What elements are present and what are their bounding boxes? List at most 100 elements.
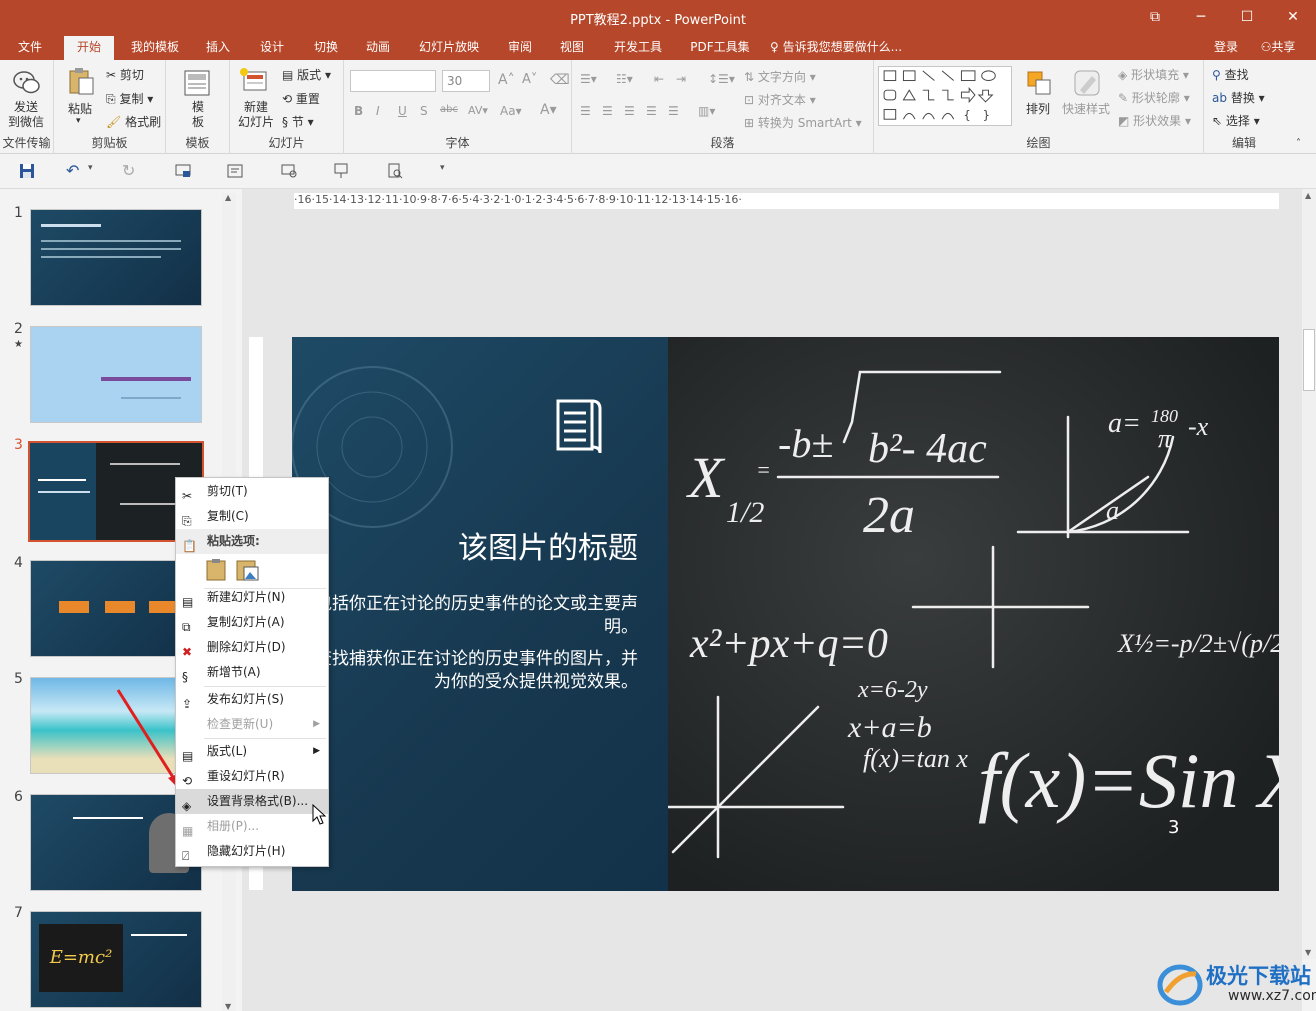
tab-home[interactable]: 开始 xyxy=(64,36,114,60)
tab-transitions[interactable]: 切换 xyxy=(304,36,348,60)
slide-thumbnail-7[interactable]: E=mc² xyxy=(30,911,202,1008)
scrollbar-thumb[interactable] xyxy=(1303,329,1315,391)
scroll-down-icon[interactable]: ▼ xyxy=(225,1002,231,1011)
share-button[interactable]: ⚇共享 xyxy=(1252,36,1304,60)
current-slide[interactable]: 该图片的标题 包括你正在讨论的历史事件的论文或主要声明。 查找捕获你正在讨论的历… xyxy=(292,337,1279,891)
slide-thumbnail-1[interactable] xyxy=(30,209,202,306)
slide-view-icon[interactable] xyxy=(226,163,244,179)
copy-button[interactable]: ⎘ 复制 ▾ xyxy=(106,90,153,107)
layout-button[interactable]: ▤ 版式 ▾ xyxy=(282,66,331,83)
undo-icon[interactable]: ↶ xyxy=(66,161,84,180)
customize-qat-icon[interactable]: ▾ xyxy=(440,163,458,179)
menu-item-photo-album[interactable]: ▦ 相册(P)... xyxy=(176,814,328,839)
close-button[interactable]: ✕ xyxy=(1278,6,1308,28)
slide-title[interactable]: 该图片的标题 xyxy=(458,523,638,567)
font-size-combobox[interactable]: 30 xyxy=(442,70,490,92)
format-painter-button[interactable]: 🖌 格式刷 xyxy=(106,113,161,130)
shape-fill-button[interactable]: ◈ 形状填充 ▾ xyxy=(1118,66,1189,83)
select-button[interactable]: ⇖ 选择 ▾ xyxy=(1212,112,1260,129)
justify-icon[interactable]: ☰ xyxy=(646,104,657,118)
decrease-font-icon[interactable]: A˅ xyxy=(522,72,537,87)
strikethrough-button[interactable]: abc xyxy=(440,104,458,115)
paste-keep-formatting-icon[interactable] xyxy=(204,558,230,582)
convert-smartart-button[interactable]: ⊞ 转换为 SmartArt ▾ xyxy=(744,114,862,131)
tab-review[interactable]: 审阅 xyxy=(498,36,542,60)
print-preview-icon[interactable] xyxy=(386,163,404,179)
menu-item-check-updates[interactable]: 检查更新(U) ▶ xyxy=(176,712,328,737)
replace-button[interactable]: ab 替换 ▾ xyxy=(1212,89,1265,106)
template-button[interactable]: 模 板 xyxy=(192,100,204,130)
maximize-button[interactable]: ☐ xyxy=(1232,6,1262,28)
tab-pdf-tools[interactable]: PDF工具集 xyxy=(684,36,756,60)
chalkboard-image[interactable]: X 1/2 = -b± b²- 4ac 2a a= 180 π -x a x²+… xyxy=(668,337,1279,891)
shape-outline-button[interactable]: ✎ 形状轮廓 ▾ xyxy=(1118,89,1190,106)
tab-file[interactable]: 文件 xyxy=(8,36,52,60)
bold-button[interactable]: B xyxy=(354,104,363,118)
align-left-icon[interactable]: ☰ xyxy=(580,104,591,118)
presenter-icon[interactable] xyxy=(332,163,350,179)
collapse-ribbon-icon[interactable]: ˄ xyxy=(1296,138,1301,149)
menu-item-copy[interactable]: ⎘ 复制(C) xyxy=(176,504,328,529)
line-spacing-icon[interactable]: ↕☰▾ xyxy=(708,72,735,86)
decrease-indent-icon[interactable]: ⇤ xyxy=(654,72,664,86)
shapes-gallery[interactable]: {} xyxy=(878,66,1012,126)
paste-button[interactable]: 粘贴 xyxy=(68,100,92,117)
menu-item-reset-slide[interactable]: ⟲ 重设幻灯片(R) xyxy=(176,764,328,789)
send-to-wechat-button[interactable]: 发送 到微信 xyxy=(8,100,44,130)
new-slide-button[interactable]: 新建 幻灯片 xyxy=(238,100,274,130)
arrange-button[interactable]: 排列 xyxy=(1026,100,1050,117)
scroll-down-icon[interactable]: ▼ xyxy=(1305,948,1311,957)
save-icon[interactable] xyxy=(18,163,36,179)
italic-button[interactable]: I xyxy=(376,104,380,118)
tab-insert[interactable]: 插入 xyxy=(196,36,240,60)
slide-body-paragraph-2[interactable]: 查找捕获你正在讨论的历史事件的图片，并为你的受众提供视觉效果。 xyxy=(308,648,638,694)
chevron-down-icon[interactable]: ▾ xyxy=(76,116,81,126)
bullets-icon[interactable]: ☰▾ xyxy=(580,72,597,86)
quick-styles-button[interactable]: 快速样式 xyxy=(1062,100,1110,117)
from-beginning-icon[interactable] xyxy=(174,163,192,179)
scroll-up-icon[interactable]: ▲ xyxy=(225,193,231,202)
menu-item-duplicate-slide[interactable]: ⧉ 复制幻灯片(A) xyxy=(176,610,328,635)
cut-button[interactable]: ✂ 剪切 xyxy=(106,66,144,83)
tab-slideshow[interactable]: 幻灯片放映 xyxy=(412,36,486,60)
tab-my-templates[interactable]: 我的模板 xyxy=(124,36,186,60)
text-direction-button[interactable]: ⇅ 文字方向 ▾ xyxy=(744,68,816,85)
clear-formatting-icon[interactable]: ⌫ xyxy=(550,72,570,88)
login-link[interactable]: 登录 xyxy=(1208,36,1244,60)
undo-dropdown-icon[interactable]: ▾ xyxy=(88,163,106,179)
menu-item-cut[interactable]: ✂ 剪切(T) xyxy=(176,479,328,504)
tab-view[interactable]: 视图 xyxy=(550,36,594,60)
font-name-combobox[interactable] xyxy=(350,70,436,92)
menu-item-layout[interactable]: ▤ 版式(L) ▶ xyxy=(176,739,328,764)
menu-item-add-section[interactable]: § 新增节(A) xyxy=(176,660,328,685)
menu-item-new-slide[interactable]: ▤ 新建幻灯片(N) xyxy=(176,585,328,610)
find-button[interactable]: ⚲ 查找 xyxy=(1212,66,1249,83)
shadow-button[interactable]: S xyxy=(420,104,428,118)
numbering-icon[interactable]: ☷▾ xyxy=(616,72,633,86)
menu-item-format-background[interactable]: ◈ 设置背景格式(B)... xyxy=(176,789,328,814)
columns-icon[interactable]: ▥▾ xyxy=(698,104,715,118)
slide-body-paragraph-1[interactable]: 包括你正在讨论的历史事件的论文或主要声明。 xyxy=(308,593,638,639)
menu-item-delete-slide[interactable]: ✖ 删除幻灯片(D) xyxy=(176,635,328,660)
change-case-button[interactable]: Aa▾ xyxy=(500,104,522,118)
tell-me-search[interactable]: ♀ 告诉我您想要做什么... xyxy=(770,36,920,60)
tab-animations[interactable]: 动画 xyxy=(356,36,400,60)
paste-as-picture-icon[interactable] xyxy=(234,558,260,582)
char-spacing-button[interactable]: AV▾ xyxy=(468,104,488,117)
minimize-button[interactable]: ─ xyxy=(1186,6,1216,28)
editor-scrollbar[interactable]: ▲ ▼ xyxy=(1302,189,1316,959)
shape-effect-button[interactable]: ◩ 形状效果 ▾ xyxy=(1118,112,1191,129)
align-text-button[interactable]: ⊡ 对齐文本 ▾ xyxy=(744,91,816,108)
align-right-icon[interactable]: ☰ xyxy=(624,104,635,118)
align-center-icon[interactable]: ☰ xyxy=(602,104,613,118)
increase-indent-icon[interactable]: ⇥ xyxy=(676,72,686,86)
font-color-button[interactable]: A▾ xyxy=(540,102,557,118)
menu-item-hide-slide[interactable]: ⍁ 隐藏幻灯片(H) xyxy=(176,839,328,864)
increase-font-icon[interactable]: A˄ xyxy=(498,72,515,88)
menu-item-publish-slides[interactable]: ⇪ 发布幻灯片(S) xyxy=(176,687,328,712)
slide-thumbnail-2[interactable] xyxy=(30,326,202,423)
ribbon-display-options-button[interactable]: ⧉ xyxy=(1140,6,1170,28)
section-button[interactable]: § 节 ▾ xyxy=(282,113,314,130)
reset-button[interactable]: ⟲ 重置 xyxy=(282,90,320,107)
underline-button[interactable]: U xyxy=(398,104,407,118)
